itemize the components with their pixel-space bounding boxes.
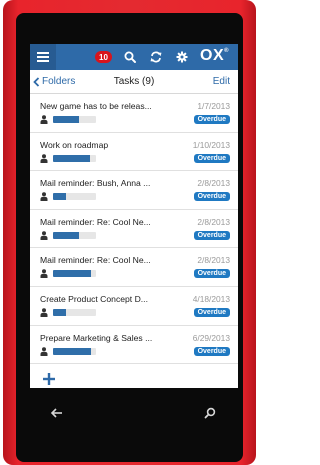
user-icon xyxy=(40,308,48,317)
user-icon xyxy=(40,115,48,124)
task-progress-bar xyxy=(53,308,96,316)
task-due-date: 2/8/2013 xyxy=(197,216,230,227)
status-badge: Overdue xyxy=(193,153,230,163)
task-title: Prepare Marketing & Sales ... xyxy=(40,332,153,343)
task-due-date: 6/29/2013 xyxy=(192,332,230,343)
task-row[interactable]: Work on roadmap 1/10/2013 Overdue xyxy=(30,133,238,172)
gear-icon[interactable] xyxy=(175,50,189,64)
user-icon xyxy=(40,153,48,163)
menu-icon xyxy=(37,52,49,62)
back-arrow-icon[interactable] xyxy=(50,406,64,420)
user-icon xyxy=(40,231,48,240)
app-screen: 10 OX® Folders Tasks (9) Edit New game h… xyxy=(30,44,238,388)
task-due-date: 4/18/2013 xyxy=(192,293,230,304)
ox-logo: OX® xyxy=(200,47,229,65)
task-progress-bar xyxy=(53,347,96,355)
task-row[interactable]: Mail reminder: Re: Cool Ne... 2/8/2013 Ove… xyxy=(30,248,238,287)
task-title: New game has to be releas... xyxy=(40,101,152,111)
user-icon xyxy=(40,269,48,279)
task-progress-fill xyxy=(53,347,91,355)
task-progress-bar xyxy=(53,270,96,278)
search-icon[interactable] xyxy=(123,50,137,64)
task-progress-fill xyxy=(53,308,66,316)
task-title: Mail reminder: Bush, Anna ... xyxy=(40,178,151,189)
refresh-icon[interactable] xyxy=(149,50,163,64)
status-badge: Overdue xyxy=(193,269,230,279)
task-due-date: 1/10/2013 xyxy=(192,139,230,150)
task-row[interactable]: Mail reminder: Bush, Anna ... 2/8/2013 Ove… xyxy=(30,171,238,210)
task-progress-fill xyxy=(53,193,66,201)
task-progress-fill xyxy=(53,270,91,278)
search-icon[interactable] xyxy=(203,406,217,420)
status-badge: Overdue xyxy=(193,307,230,317)
task-title: Work on roadmap xyxy=(40,139,109,150)
logo-text: OX xyxy=(200,47,225,64)
task-title: Mail reminder: Re: Cool Ne... xyxy=(40,216,151,227)
user-icon xyxy=(40,192,48,202)
task-list: New game has to be releas... 1/7/2013 Over… xyxy=(30,94,238,365)
task-progress-bar xyxy=(53,231,96,239)
task-row[interactable]: New game has to be releas... 1/7/2013 Over… xyxy=(30,94,238,133)
notification-badge[interactable]: 10 xyxy=(95,51,112,63)
task-progress-bar xyxy=(53,116,96,123)
task-progress-bar xyxy=(53,193,96,201)
navigation-bar: Folders Tasks (9) Edit xyxy=(30,70,238,94)
status-badge: Overdue xyxy=(193,230,230,240)
plus-icon[interactable] xyxy=(43,373,55,385)
status-badge: Overdue xyxy=(193,346,230,356)
task-row[interactable]: Prepare Marketing & Sales ... 6/29/2013 Ov… xyxy=(30,326,238,365)
task-due-date: 1/7/2013 xyxy=(197,101,230,111)
task-progress-fill xyxy=(53,154,90,162)
task-title: Mail reminder: Re: Cool Ne... xyxy=(40,255,151,266)
task-progress-bar xyxy=(53,154,96,162)
task-progress-fill xyxy=(53,231,79,239)
menu-button[interactable] xyxy=(30,44,56,70)
page-title: Tasks (9) xyxy=(113,76,155,87)
task-title: Create Product Concept D... xyxy=(40,293,148,304)
edit-button[interactable]: Edit xyxy=(213,76,230,87)
status-badge: Overdue xyxy=(193,192,230,202)
task-due-date: 2/8/2013 xyxy=(197,178,230,189)
task-progress-fill xyxy=(53,116,79,123)
task-row[interactable]: Create Product Concept D... 4/18/2013 Over… xyxy=(30,287,238,326)
user-icon xyxy=(40,346,48,356)
status-badge: Overdue xyxy=(193,115,230,124)
logo-mark: ® xyxy=(224,48,230,54)
top-bar: 10 OX® xyxy=(30,44,238,70)
task-due-date: 2/8/2013 xyxy=(197,255,230,266)
task-row[interactable]: Mail reminder: Re: Cool Ne... 2/8/2013 Ove… xyxy=(30,210,238,249)
